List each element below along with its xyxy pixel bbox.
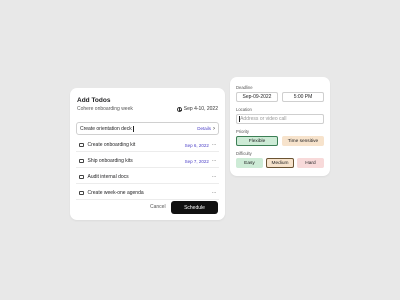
add-todos-card: Add Todos Cohere onboarding week Sep 4-1… — [70, 88, 225, 220]
more-icon[interactable]: ··· — [212, 190, 216, 196]
card-title: Add Todos — [77, 97, 111, 104]
difficulty-easy-option[interactable]: Easy — [236, 158, 263, 168]
date-range-label: Sep 4-10, 2022 — [183, 106, 218, 112]
text-cursor — [132, 125, 134, 132]
item-label: Ship onboarding kits — [87, 158, 133, 164]
item-label: Audit internal docs — [87, 174, 129, 180]
checkbox[interactable] — [79, 190, 84, 196]
new-todo-text: Create orientation deck — [80, 125, 132, 132]
difficulty-label: Difficulty — [236, 151, 252, 156]
location-label: Location — [236, 107, 252, 112]
cancel-button[interactable]: Cancel — [150, 204, 166, 210]
location-input[interactable]: Address or video call — [236, 114, 324, 124]
item-label: Create onboarding kit — [87, 142, 136, 148]
list-item[interactable]: Create week-one agenda ··· — [76, 187, 219, 200]
location-placeholder: Address or video call — [240, 116, 287, 122]
deadline-time-field[interactable]: 5:00 PM — [282, 92, 324, 102]
schedule-button[interactable]: Schedule — [171, 201, 218, 214]
chevron-right-icon: › — [213, 125, 215, 132]
difficulty-medium-option[interactable]: Medium — [266, 158, 294, 168]
details-label: Details — [197, 126, 211, 131]
deadline-label: Deadline — [236, 85, 253, 90]
difficulty-hard-option[interactable]: Hard — [297, 158, 324, 168]
date-range[interactable]: Sep 4-10, 2022 — [176, 106, 218, 112]
item-date[interactable]: Sep 7, 2022 — [185, 159, 209, 164]
more-icon[interactable]: ··· — [212, 174, 216, 180]
schedule-details-card: Deadline Sep-09-2022 5:00 PM Location Ad… — [230, 77, 330, 176]
list-item[interactable]: Ship onboarding kits Sep 7, 2022 ··· — [76, 155, 219, 168]
new-todo-input[interactable]: Create orientation deck Details › — [76, 122, 219, 135]
priority-time-sensitive-option[interactable]: Time sensitive — [282, 136, 324, 146]
todo-list: Create onboarding kit Sep 6, 2022 ··· Sh… — [76, 139, 219, 203]
more-icon[interactable]: ··· — [212, 158, 216, 164]
more-icon[interactable]: ··· — [212, 142, 216, 148]
card-subtitle: Cohere onboarding week — [77, 106, 133, 112]
details-link[interactable]: Details › — [197, 126, 215, 132]
priority-flexible-option[interactable]: Flexible — [236, 136, 278, 146]
clock-icon — [176, 106, 182, 112]
priority-label: Priority — [236, 129, 250, 134]
deadline-date-field[interactable]: Sep-09-2022 — [236, 92, 278, 102]
checkbox[interactable] — [79, 142, 84, 148]
checkbox[interactable] — [79, 174, 84, 180]
list-item[interactable]: Create onboarding kit Sep 6, 2022 ··· — [76, 139, 219, 152]
checkbox[interactable] — [79, 158, 84, 164]
item-date[interactable]: Sep 6, 2022 — [185, 143, 209, 148]
item-label: Create week-one agenda — [87, 190, 144, 196]
list-item[interactable]: Audit internal docs ··· — [76, 171, 219, 184]
